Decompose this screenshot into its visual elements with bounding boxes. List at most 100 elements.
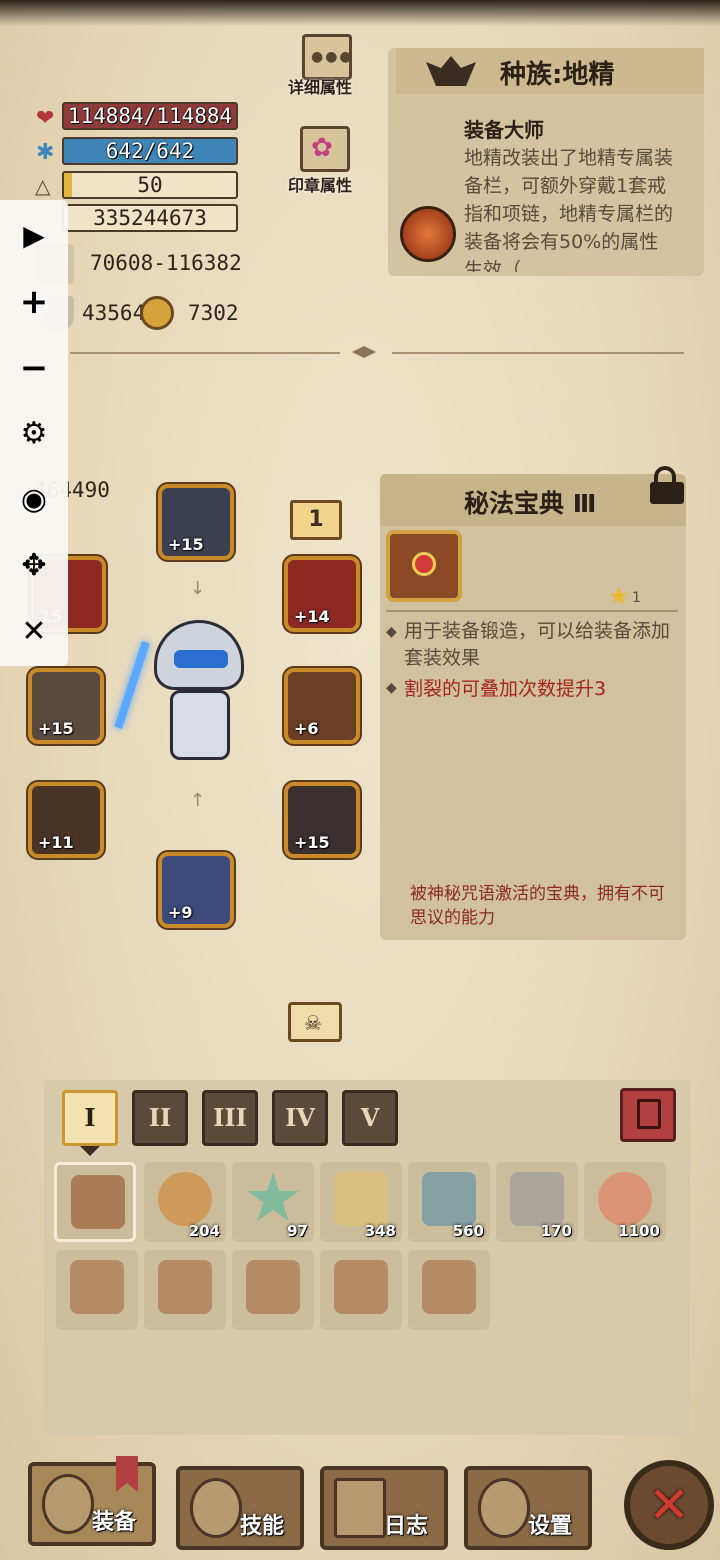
settings-gear-icon	[478, 1478, 530, 1538]
trash-button[interactable]	[620, 1088, 676, 1142]
race-emblem-button[interactable]: ☠	[288, 1002, 342, 1042]
tab-3[interactable]: III	[202, 1090, 258, 1146]
nav-log-label: 日志	[384, 1514, 429, 1539]
axe-icon	[42, 1474, 94, 1534]
heart-icon: ❤	[36, 106, 55, 131]
book-icon	[334, 1260, 388, 1314]
trash-icon	[637, 1099, 661, 1129]
mana-icon: ✱	[36, 140, 55, 165]
item-count: 97	[287, 1222, 308, 1240]
bookmark-icon	[116, 1456, 138, 1492]
seal-attr-label: 印章属性	[288, 176, 353, 195]
stat2-value: 7302	[188, 301, 239, 325]
play-icon[interactable]: ▶	[14, 216, 54, 256]
mp-bar: 642/642	[62, 137, 238, 165]
item-count: 170	[540, 1222, 572, 1240]
seal-attr-button[interactable]: ✿	[300, 126, 350, 172]
level-fill	[64, 173, 72, 197]
inventory-slot[interactable]: 170	[496, 1162, 578, 1242]
zoom-in-icon[interactable]: +	[14, 282, 54, 322]
tab-4[interactable]: IV	[272, 1090, 328, 1146]
detail-attr-label: 详细属性	[288, 78, 353, 97]
item-count: 1100	[618, 1222, 660, 1240]
character-sprite	[114, 620, 250, 770]
ring-stone-icon	[598, 1172, 652, 1226]
skill-icon	[190, 1478, 242, 1538]
tab-5[interactable]: V	[342, 1090, 398, 1146]
slot-level: +9	[168, 903, 193, 922]
inventory-slot[interactable]: 348	[320, 1162, 402, 1242]
lock-icon[interactable]	[648, 466, 688, 506]
scroll-icon	[334, 1172, 388, 1226]
section-divider-right	[392, 352, 684, 354]
dots-icon: ●●●	[311, 49, 354, 65]
nav-skill-button[interactable]: 技能	[176, 1466, 304, 1550]
slot-level: +14	[294, 607, 330, 626]
book-icon	[158, 1260, 212, 1314]
slot-level: +15	[168, 535, 204, 554]
level-bar: 50	[62, 171, 238, 199]
equip-slot-amulet[interactable]: +6	[284, 668, 360, 744]
nav-equip-label: 装备	[92, 1510, 137, 1535]
inventory-slot[interactable]	[56, 1250, 138, 1330]
slot-level: +11	[38, 833, 74, 852]
slot-level: +15	[294, 833, 330, 852]
tome-item-icon	[386, 530, 462, 602]
tab-1[interactable]: I	[62, 1090, 118, 1146]
flower-icon: ✿	[311, 133, 333, 163]
book-icon	[422, 1260, 476, 1314]
potion-icon	[158, 1172, 212, 1226]
skill-icon	[400, 206, 456, 262]
defense-value: 43564	[82, 301, 146, 325]
inventory-slot[interactable]: 560	[408, 1162, 490, 1242]
slot-level: +6	[294, 719, 319, 738]
tab-2[interactable]: II	[132, 1090, 188, 1146]
slot-level: +15	[38, 719, 74, 738]
equip-slot-helmet[interactable]: +15	[158, 484, 234, 560]
nav-log-button[interactable]: 日志	[320, 1466, 448, 1550]
inventory-slot[interactable]: 204	[144, 1162, 226, 1242]
race-title: 种族:地精	[500, 60, 615, 90]
inventory-slot[interactable]	[54, 1162, 136, 1242]
item-count: 348	[364, 1222, 396, 1240]
tome-icon	[71, 1175, 125, 1229]
item-count: 560	[452, 1222, 484, 1240]
item-desc-line2: 割裂的可叠加次数提升3	[404, 678, 607, 700]
close-button[interactable]: ✕	[624, 1460, 714, 1550]
equip-slot-boots[interactable]: +9	[158, 852, 234, 928]
nav-equip-button[interactable]: 装备	[28, 1456, 156, 1546]
nav-skill-label: 技能	[240, 1514, 285, 1539]
set-marker: 1	[290, 500, 342, 540]
star-icon: ★	[608, 582, 630, 610]
slot-connector-down-icon: ↑	[190, 790, 206, 811]
log-icon	[334, 1478, 386, 1538]
equip-slot-glove[interactable]: +11	[28, 782, 104, 858]
close-x-icon: ✕	[648, 1476, 690, 1534]
gear-icon[interactable]: ⚙	[14, 414, 54, 454]
attack-value: 70608-116382	[90, 251, 242, 275]
move-icon[interactable]: ✥	[14, 546, 54, 586]
inventory-slot[interactable]	[408, 1250, 490, 1330]
close-icon[interactable]: ✕	[14, 612, 54, 652]
eye-icon[interactable]: ◉	[14, 480, 54, 520]
inventory-slot[interactable]	[232, 1250, 314, 1330]
set-marker-value: 1	[308, 507, 324, 532]
skill-name: 装备大师	[464, 118, 544, 142]
side-toolbar: ▶ + − ⚙ ◉ ✥ ✕	[0, 200, 68, 666]
goblin-icon: ☠	[304, 1011, 322, 1035]
staff-icon	[140, 296, 174, 330]
item-title: 秘法宝典 Ⅲ	[464, 489, 597, 518]
zoom-out-icon[interactable]: −	[14, 348, 54, 388]
bullet-icon: ◆	[386, 624, 397, 640]
equip-slot-armor[interactable]: +15	[284, 782, 360, 858]
item-count: 204	[188, 1222, 220, 1240]
equip-slot-shoulder[interactable]: +14	[284, 556, 360, 632]
inventory-slot[interactable]: 1100	[584, 1162, 666, 1242]
level-value: 50	[137, 173, 163, 197]
slot-connector-up-icon: ↓	[190, 578, 206, 599]
inventory-slot[interactable]: 97	[232, 1162, 314, 1242]
equip-slot-bracer[interactable]: +15	[28, 668, 104, 744]
nav-settings-button[interactable]: 设置	[464, 1466, 592, 1550]
inventory-slot[interactable]	[320, 1250, 402, 1330]
inventory-slot[interactable]	[144, 1250, 226, 1330]
